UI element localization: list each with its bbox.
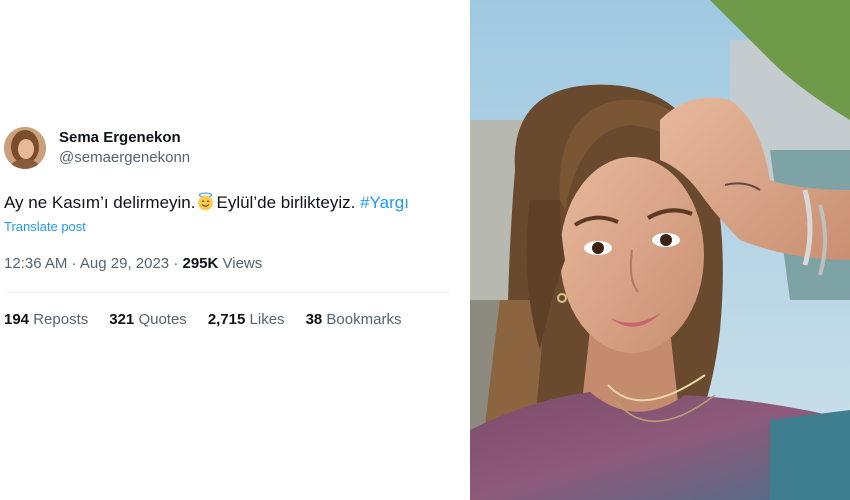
divider — [4, 292, 451, 293]
meta-separator-1: · — [67, 255, 80, 272]
selfie-photo — [470, 0, 850, 500]
tweet-date[interactable]: Aug 29, 2023 — [80, 255, 169, 272]
hashtag-link[interactable]: #Yargı — [360, 193, 409, 212]
quotes-label: Quotes — [138, 311, 187, 328]
reposts-count: 194 — [4, 311, 30, 328]
author-display-name[interactable]: Sema Ergenekon — [59, 128, 190, 148]
likes-count: 2,715 — [207, 311, 246, 328]
views-count: 295K — [182, 255, 219, 272]
author-names: Sema Ergenekon @semaergenekonn — [59, 128, 190, 168]
tweet-time[interactable]: 12:36 AM — [4, 255, 67, 272]
tweet-meta: 12:36 AM · Aug 29, 2023 · 295K Views — [4, 255, 262, 272]
quotes-stat[interactable]: 321 Quotes — [109, 311, 187, 328]
tweet-card: Sema Ergenekon @semaergenekonn Ay ne Kas… — [0, 0, 470, 500]
translate-post-link[interactable]: Translate post — [4, 219, 86, 234]
tweet-text: Ay ne Kasım’ı delirmeyin. Eylül’de birli… — [4, 191, 409, 215]
views-label: Views — [218, 255, 263, 272]
tweet-author[interactable]: Sema Ergenekon @semaergenekonn — [4, 127, 190, 169]
meta-separator-2: · — [169, 255, 183, 272]
quotes-count: 321 — [109, 311, 135, 328]
tweet-stats: 194 Reposts 321 Quotes 2,715 Likes 38 Bo… — [4, 311, 422, 328]
bookmarks-label: Bookmarks — [326, 311, 402, 328]
tweet-text-part-1: Ay ne Kasım’ı delirmeyin. — [4, 193, 196, 212]
bookmarks-stat[interactable]: 38 Bookmarks — [306, 311, 402, 328]
tweet-text-part-2: Eylül’de birlikteyiz. — [216, 193, 361, 212]
likes-stat[interactable]: 2,715 Likes — [208, 311, 285, 328]
author-handle[interactable]: @semaergenekonn — [59, 148, 190, 168]
bookmarks-count: 38 — [305, 311, 323, 328]
avatar[interactable] — [4, 127, 46, 169]
likes-label: Likes — [249, 311, 285, 328]
reposts-label: Reposts — [33, 311, 89, 328]
reposts-stat[interactable]: 194 Reposts — [4, 311, 88, 328]
smiling-face-with-halo-icon — [196, 192, 215, 211]
